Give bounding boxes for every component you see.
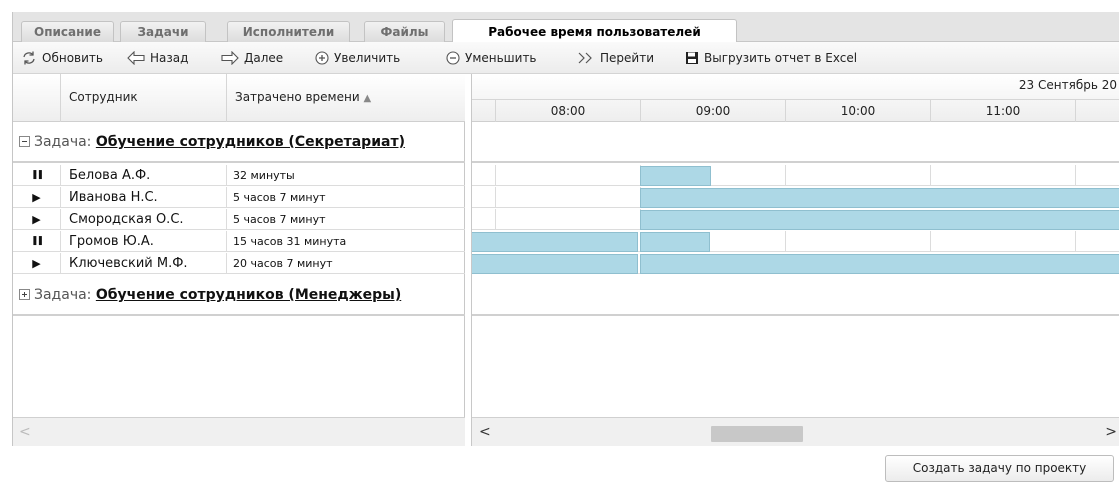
- zoom-out-label: Уменьшить: [465, 51, 537, 65]
- left-scrollbar[interactable]: <: [13, 417, 465, 446]
- task-link-managers[interactable]: Обучение сотрудников (Менеджеры): [96, 287, 401, 303]
- timeline-group-row: [472, 122, 1119, 163]
- task-link-secretariat[interactable]: Обучение сотрудников (Секретариат): [96, 134, 405, 150]
- work-time-bar[interactable]: [472, 232, 638, 252]
- hour-label: 11:00: [930, 99, 1075, 122]
- play-icon[interactable]: ▶: [13, 209, 61, 230]
- back-label: Назад: [150, 51, 189, 65]
- create-project-task-button[interactable]: Создать задачу по проекту: [885, 455, 1114, 482]
- work-time-bar[interactable]: [640, 188, 1119, 208]
- refresh-button[interactable]: Обновить: [21, 48, 103, 68]
- refresh-icon: [23, 51, 35, 65]
- table-row[interactable]: ❚❚ Белова А.Ф. 32 минуты: [13, 165, 465, 186]
- work-time-bar[interactable]: [640, 254, 1119, 274]
- tab-files[interactable]: Файлы: [364, 21, 445, 42]
- scrollbar-thumb[interactable]: [711, 426, 803, 442]
- header-employee[interactable]: Сотрудник: [61, 74, 227, 122]
- zoom-in-label: Увеличить: [334, 51, 401, 65]
- task-group-secretariat: Задача: Обучение сотрудников (Секретариа…: [13, 122, 465, 163]
- table-row[interactable]: ▶ Смородская О.С. 5 часов 7 минут: [13, 209, 465, 230]
- timeline-row: [472, 165, 1119, 186]
- pause-icon[interactable]: ❚❚: [13, 231, 61, 252]
- group-prefix: Задача:: [34, 134, 96, 150]
- goto-label: Перейти: [600, 51, 654, 65]
- work-time-bar[interactable]: [472, 254, 638, 274]
- hour-label: 09:00: [640, 99, 785, 122]
- table-row[interactable]: ▶ Иванова Н.С. 5 часов 7 минут: [13, 187, 465, 208]
- toolbar: Обновить Назад Далее Увеличить Уменьшить…: [13, 42, 1119, 74]
- employee-name: Иванова Н.С.: [61, 187, 227, 208]
- work-time-bar[interactable]: [640, 166, 711, 186]
- double-chevron-right-icon: [578, 52, 592, 64]
- hour-label: 10:00: [785, 99, 930, 122]
- task-group-managers: Задача: Обучение сотрудников (Менеджеры): [13, 275, 465, 316]
- play-icon[interactable]: ▶: [13, 253, 61, 274]
- timeline-panel: 23 Сентябрь 20 08:00 09:00 10:00 11:00 <…: [471, 74, 1119, 446]
- refresh-label: Обновить: [42, 51, 103, 65]
- time-spent: 5 часов 7 минут: [233, 191, 326, 204]
- timeline-scrollbar[interactable]: < >: [472, 417, 1119, 446]
- employee-name: Белова А.Ф.: [61, 165, 227, 186]
- collapse-icon[interactable]: [19, 136, 30, 147]
- header-time-spent[interactable]: Затрачено времени ▲: [227, 74, 465, 122]
- work-time-bar[interactable]: [640, 210, 1119, 230]
- employee-name: Громов Ю.А.: [61, 231, 227, 252]
- header-icon-column: [13, 74, 61, 122]
- goto-button[interactable]: Перейти: [577, 48, 654, 68]
- export-label: Выгрузить отчет в Excel: [704, 51, 858, 65]
- employee-name: Ключевский М.Ф.: [61, 253, 227, 274]
- forward-button[interactable]: Далее: [221, 48, 283, 68]
- zoom-out-icon: [446, 51, 460, 65]
- hour-cell-partial: [1075, 99, 1119, 122]
- arrow-right-icon: [221, 51, 239, 65]
- time-spent: 32 минуты: [233, 169, 295, 182]
- zoom-in-icon: [315, 51, 329, 65]
- timeline-date: 23 Сентябрь 20: [1018, 78, 1117, 92]
- expand-icon[interactable]: [19, 289, 30, 300]
- time-spent: 15 часов 31 минута: [233, 235, 347, 248]
- timeline-row: [472, 209, 1119, 230]
- timeline-row: [472, 231, 1119, 252]
- scroll-left-icon[interactable]: <: [479, 424, 491, 440]
- hour-cell-partial: [472, 99, 495, 122]
- save-icon: [686, 52, 698, 64]
- project-panel: Описание Задачи Исполнители Файлы Рабоче…: [12, 12, 1119, 446]
- tab-description[interactable]: Описание: [21, 21, 114, 42]
- forward-label: Далее: [244, 51, 284, 65]
- scroll-right-icon[interactable]: >: [1105, 424, 1117, 440]
- employee-name: Смородская О.С.: [61, 209, 227, 230]
- group-prefix: Задача:: [34, 287, 96, 303]
- export-excel-button[interactable]: Выгрузить отчет в Excel: [685, 48, 857, 68]
- hour-label: 08:00: [495, 99, 640, 122]
- table-row[interactable]: ▶ Ключевский М.Ф. 20 часов 7 минут: [13, 253, 465, 274]
- timeline-group-row: [472, 275, 1119, 316]
- tab-bar: Описание Задачи Исполнители Файлы Рабоче…: [13, 12, 1119, 43]
- timeline-row: [472, 253, 1119, 274]
- employee-grid: Сотрудник Затрачено времени ▲ Задача: Об…: [13, 74, 465, 446]
- scroll-left-icon[interactable]: <: [19, 424, 31, 440]
- table-row[interactable]: ❚❚ Громов Ю.А. 15 часов 31 минута: [13, 231, 465, 252]
- tab-tasks[interactable]: Задачи: [120, 21, 206, 42]
- pause-icon[interactable]: ❚❚: [13, 165, 61, 186]
- sort-asc-icon: ▲: [363, 93, 372, 104]
- time-spent: 20 часов 7 минут: [233, 257, 333, 270]
- play-icon[interactable]: ▶: [13, 187, 61, 208]
- arrow-left-icon: [127, 51, 145, 65]
- tab-performers[interactable]: Исполнители: [227, 21, 350, 42]
- timeline-header: 23 Сентябрь 20 08:00 09:00 10:00 11:00: [472, 74, 1119, 122]
- grid-header: Сотрудник Затрачено времени ▲: [13, 74, 465, 122]
- zoom-out-button[interactable]: Уменьшить: [446, 48, 537, 68]
- timeline-row: [472, 187, 1119, 208]
- zoom-in-button[interactable]: Увеличить: [315, 48, 400, 68]
- time-spent: 5 часов 7 минут: [233, 213, 326, 226]
- back-button[interactable]: Назад: [127, 48, 188, 68]
- work-time-bar[interactable]: [640, 232, 710, 252]
- tab-user-work-time[interactable]: Рабочее время пользователей: [452, 19, 737, 43]
